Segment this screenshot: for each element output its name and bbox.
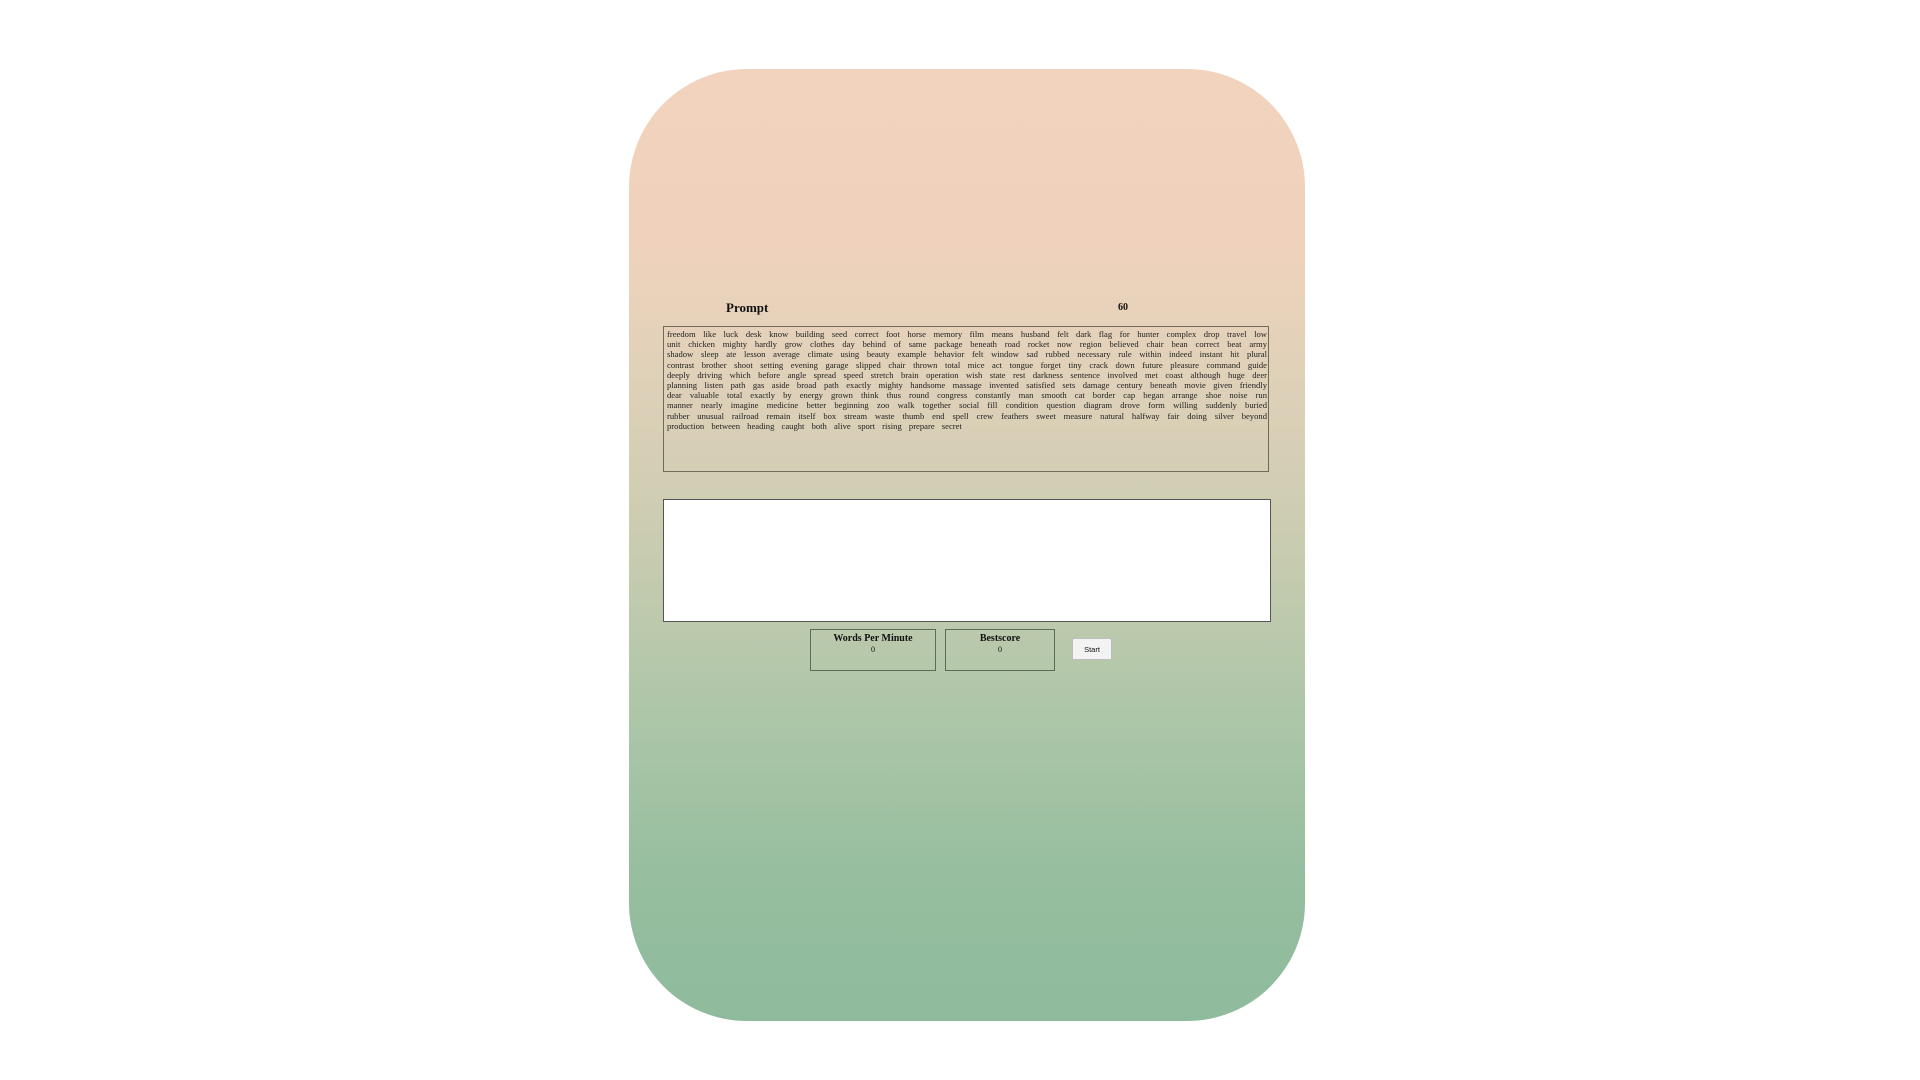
wpm-panel: Words Per Minute 0 (810, 629, 936, 671)
bestscore-panel: Bestscore 0 (945, 629, 1055, 671)
countdown-timer: 60 (1118, 302, 1128, 313)
prompt-heading: Prompt (726, 300, 769, 315)
bestscore-value: 0 (998, 645, 1002, 654)
typing-input[interactable] (663, 499, 1271, 622)
bestscore-label: Bestscore (979, 633, 1021, 644)
prompt-text-box: freedom like luck desk know building see… (663, 326, 1269, 472)
wpm-label: Words Per Minute (833, 633, 913, 644)
wpm-value: 0 (871, 645, 875, 654)
start-button[interactable]: Start (1072, 638, 1112, 660)
